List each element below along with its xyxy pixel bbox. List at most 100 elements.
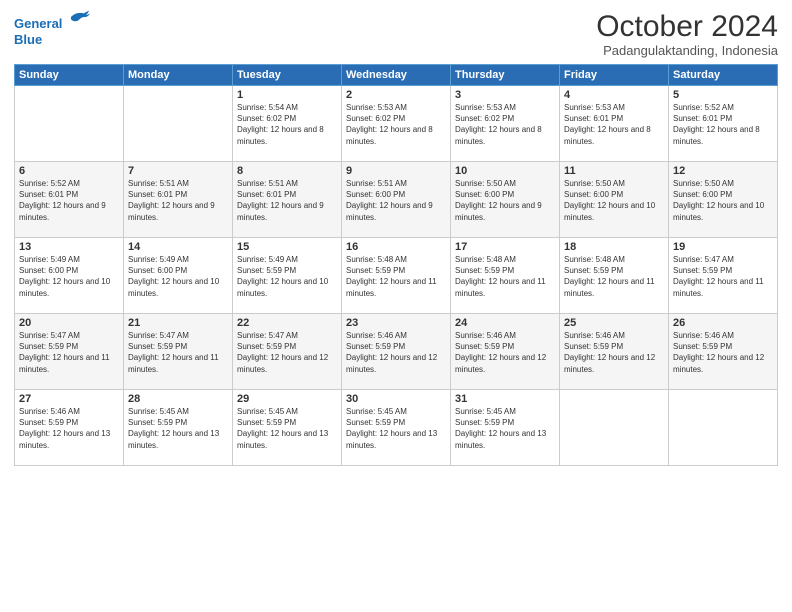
day-number: 14 bbox=[128, 241, 228, 253]
calendar-cell: 24 Sunrise: 5:46 AMSunset: 5:59 PMDaylig… bbox=[451, 314, 560, 390]
day-number: 11 bbox=[564, 165, 664, 177]
weekday-header-cell: Saturday bbox=[669, 65, 778, 86]
day-info: Sunrise: 5:51 AMSunset: 6:00 PMDaylight:… bbox=[346, 179, 433, 222]
day-info: Sunrise: 5:50 AMSunset: 6:00 PMDaylight:… bbox=[455, 179, 542, 222]
day-info: Sunrise: 5:52 AMSunset: 6:01 PMDaylight:… bbox=[19, 179, 106, 222]
day-info: Sunrise: 5:47 AMSunset: 5:59 PMDaylight:… bbox=[128, 331, 219, 374]
day-number: 30 bbox=[346, 393, 446, 405]
day-info: Sunrise: 5:47 AMSunset: 5:59 PMDaylight:… bbox=[673, 255, 764, 298]
day-info: Sunrise: 5:47 AMSunset: 5:59 PMDaylight:… bbox=[19, 331, 110, 374]
calendar-cell: 9 Sunrise: 5:51 AMSunset: 6:00 PMDayligh… bbox=[342, 162, 451, 238]
calendar-body: 1 Sunrise: 5:54 AMSunset: 6:02 PMDayligh… bbox=[15, 86, 778, 466]
day-number: 1 bbox=[237, 89, 337, 101]
day-info: Sunrise: 5:53 AMSunset: 6:02 PMDaylight:… bbox=[346, 103, 433, 146]
calendar-cell: 1 Sunrise: 5:54 AMSunset: 6:02 PMDayligh… bbox=[233, 86, 342, 162]
calendar-cell: 18 Sunrise: 5:48 AMSunset: 5:59 PMDaylig… bbox=[560, 238, 669, 314]
day-info: Sunrise: 5:47 AMSunset: 5:59 PMDaylight:… bbox=[237, 331, 328, 374]
calendar-week-row: 20 Sunrise: 5:47 AMSunset: 5:59 PMDaylig… bbox=[15, 314, 778, 390]
header: General Blue October 2024 Padangulaktand… bbox=[14, 10, 778, 58]
calendar-cell: 20 Sunrise: 5:47 AMSunset: 5:59 PMDaylig… bbox=[15, 314, 124, 390]
day-number: 8 bbox=[237, 165, 337, 177]
day-info: Sunrise: 5:46 AMSunset: 5:59 PMDaylight:… bbox=[673, 331, 764, 374]
calendar-cell: 28 Sunrise: 5:45 AMSunset: 5:59 PMDaylig… bbox=[124, 390, 233, 466]
day-info: Sunrise: 5:45 AMSunset: 5:59 PMDaylight:… bbox=[346, 407, 437, 450]
day-info: Sunrise: 5:45 AMSunset: 5:59 PMDaylight:… bbox=[455, 407, 546, 450]
calendar-cell: 13 Sunrise: 5:49 AMSunset: 6:00 PMDaylig… bbox=[15, 238, 124, 314]
day-info: Sunrise: 5:46 AMSunset: 5:59 PMDaylight:… bbox=[455, 331, 546, 374]
day-number: 7 bbox=[128, 165, 228, 177]
day-number: 12 bbox=[673, 165, 773, 177]
day-number: 21 bbox=[128, 317, 228, 329]
weekday-header-cell: Tuesday bbox=[233, 65, 342, 86]
day-info: Sunrise: 5:53 AMSunset: 6:01 PMDaylight:… bbox=[564, 103, 651, 146]
calendar-cell: 16 Sunrise: 5:48 AMSunset: 5:59 PMDaylig… bbox=[342, 238, 451, 314]
day-number: 25 bbox=[564, 317, 664, 329]
calendar-week-row: 1 Sunrise: 5:54 AMSunset: 6:02 PMDayligh… bbox=[15, 86, 778, 162]
day-info: Sunrise: 5:49 AMSunset: 6:00 PMDaylight:… bbox=[19, 255, 110, 298]
calendar-cell: 14 Sunrise: 5:49 AMSunset: 6:00 PMDaylig… bbox=[124, 238, 233, 314]
day-number: 29 bbox=[237, 393, 337, 405]
calendar-week-row: 27 Sunrise: 5:46 AMSunset: 5:59 PMDaylig… bbox=[15, 390, 778, 466]
day-info: Sunrise: 5:52 AMSunset: 6:01 PMDaylight:… bbox=[673, 103, 760, 146]
day-number: 18 bbox=[564, 241, 664, 253]
calendar-cell bbox=[15, 86, 124, 162]
calendar-cell: 23 Sunrise: 5:46 AMSunset: 5:59 PMDaylig… bbox=[342, 314, 451, 390]
day-number: 23 bbox=[346, 317, 446, 329]
weekday-header-cell: Wednesday bbox=[342, 65, 451, 86]
calendar-cell: 31 Sunrise: 5:45 AMSunset: 5:59 PMDaylig… bbox=[451, 390, 560, 466]
logo-blue: Blue bbox=[14, 32, 42, 47]
day-number: 26 bbox=[673, 317, 773, 329]
day-number: 28 bbox=[128, 393, 228, 405]
day-info: Sunrise: 5:46 AMSunset: 5:59 PMDaylight:… bbox=[564, 331, 655, 374]
calendar-cell: 5 Sunrise: 5:52 AMSunset: 6:01 PMDayligh… bbox=[669, 86, 778, 162]
calendar-cell: 25 Sunrise: 5:46 AMSunset: 5:59 PMDaylig… bbox=[560, 314, 669, 390]
day-info: Sunrise: 5:51 AMSunset: 6:01 PMDaylight:… bbox=[128, 179, 215, 222]
day-info: Sunrise: 5:45 AMSunset: 5:59 PMDaylight:… bbox=[237, 407, 328, 450]
weekday-header-cell: Monday bbox=[124, 65, 233, 86]
calendar-cell: 3 Sunrise: 5:53 AMSunset: 6:02 PMDayligh… bbox=[451, 86, 560, 162]
logo-general: General bbox=[14, 16, 62, 31]
calendar-cell: 19 Sunrise: 5:47 AMSunset: 5:59 PMDaylig… bbox=[669, 238, 778, 314]
calendar-cell: 6 Sunrise: 5:52 AMSunset: 6:01 PMDayligh… bbox=[15, 162, 124, 238]
calendar-cell: 29 Sunrise: 5:45 AMSunset: 5:59 PMDaylig… bbox=[233, 390, 342, 466]
day-number: 4 bbox=[564, 89, 664, 101]
logo: General Blue bbox=[14, 14, 91, 47]
day-number: 2 bbox=[346, 89, 446, 101]
day-number: 6 bbox=[19, 165, 119, 177]
day-info: Sunrise: 5:53 AMSunset: 6:02 PMDaylight:… bbox=[455, 103, 542, 146]
day-number: 20 bbox=[19, 317, 119, 329]
day-number: 16 bbox=[346, 241, 446, 253]
logo-bird-icon bbox=[69, 6, 91, 28]
calendar-cell: 30 Sunrise: 5:45 AMSunset: 5:59 PMDaylig… bbox=[342, 390, 451, 466]
day-number: 31 bbox=[455, 393, 555, 405]
day-info: Sunrise: 5:48 AMSunset: 5:59 PMDaylight:… bbox=[455, 255, 546, 298]
weekday-header-cell: Friday bbox=[560, 65, 669, 86]
calendar-cell: 12 Sunrise: 5:50 AMSunset: 6:00 PMDaylig… bbox=[669, 162, 778, 238]
day-info: Sunrise: 5:48 AMSunset: 5:59 PMDaylight:… bbox=[564, 255, 655, 298]
calendar-week-row: 6 Sunrise: 5:52 AMSunset: 6:01 PMDayligh… bbox=[15, 162, 778, 238]
day-number: 3 bbox=[455, 89, 555, 101]
title-block: October 2024 Padangulaktanding, Indonesi… bbox=[596, 10, 778, 58]
day-info: Sunrise: 5:50 AMSunset: 6:00 PMDaylight:… bbox=[673, 179, 764, 222]
month-title: October 2024 bbox=[596, 10, 778, 43]
calendar-cell: 4 Sunrise: 5:53 AMSunset: 6:01 PMDayligh… bbox=[560, 86, 669, 162]
logo-text: General Blue bbox=[14, 14, 91, 47]
day-number: 13 bbox=[19, 241, 119, 253]
page: General Blue October 2024 Padangulaktand… bbox=[0, 0, 792, 612]
day-info: Sunrise: 5:50 AMSunset: 6:00 PMDaylight:… bbox=[564, 179, 655, 222]
calendar-cell: 11 Sunrise: 5:50 AMSunset: 6:00 PMDaylig… bbox=[560, 162, 669, 238]
day-number: 22 bbox=[237, 317, 337, 329]
calendar-cell: 7 Sunrise: 5:51 AMSunset: 6:01 PMDayligh… bbox=[124, 162, 233, 238]
day-number: 17 bbox=[455, 241, 555, 253]
calendar-cell bbox=[560, 390, 669, 466]
calendar-cell: 2 Sunrise: 5:53 AMSunset: 6:02 PMDayligh… bbox=[342, 86, 451, 162]
day-info: Sunrise: 5:49 AMSunset: 6:00 PMDaylight:… bbox=[128, 255, 219, 298]
calendar-cell: 17 Sunrise: 5:48 AMSunset: 5:59 PMDaylig… bbox=[451, 238, 560, 314]
weekday-header-cell: Sunday bbox=[15, 65, 124, 86]
day-number: 24 bbox=[455, 317, 555, 329]
day-number: 5 bbox=[673, 89, 773, 101]
calendar-cell: 15 Sunrise: 5:49 AMSunset: 5:59 PMDaylig… bbox=[233, 238, 342, 314]
calendar-cell: 22 Sunrise: 5:47 AMSunset: 5:59 PMDaylig… bbox=[233, 314, 342, 390]
day-number: 9 bbox=[346, 165, 446, 177]
day-number: 27 bbox=[19, 393, 119, 405]
